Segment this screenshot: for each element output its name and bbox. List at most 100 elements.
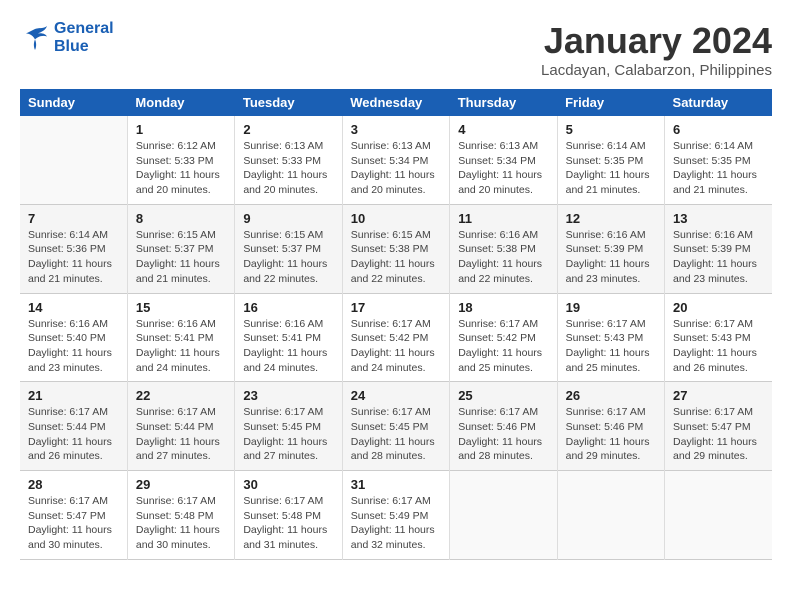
calendar-cell: 18 Sunrise: 6:17 AM Sunset: 5:42 PM Dayli… <box>450 293 557 382</box>
day-info: Sunrise: 6:17 AM Sunset: 5:45 PM Dayligh… <box>351 405 441 464</box>
day-info: Sunrise: 6:17 AM Sunset: 5:44 PM Dayligh… <box>28 405 119 464</box>
day-number: 10 <box>351 211 441 226</box>
day-info: Sunrise: 6:17 AM Sunset: 5:42 PM Dayligh… <box>458 317 548 376</box>
day-number: 9 <box>243 211 333 226</box>
day-info: Sunrise: 6:15 AM Sunset: 5:37 PM Dayligh… <box>136 228 226 287</box>
day-number: 28 <box>28 477 119 492</box>
calendar-cell: 31Sunrise: 6:17 AM Sunset: 5:49 PM Dayli… <box>342 471 449 560</box>
day-info: Sunrise: 6:12 AM Sunset: 5:33 PM Dayligh… <box>136 139 226 198</box>
calendar-cell: 17 Sunrise: 6:17 AM Sunset: 5:42 PM Dayli… <box>342 293 449 382</box>
week-row-2: 7 Sunrise: 6:14 AM Sunset: 5:36 PM Daylig… <box>20 204 772 293</box>
day-number: 25 <box>458 388 548 403</box>
day-number: 4 <box>458 122 548 137</box>
calendar-cell: 30 Sunrise: 6:17 AM Sunset: 5:48 PM Dayli… <box>235 471 342 560</box>
calendar-cell: 19 Sunrise: 6:17 AM Sunset: 5:43 PM Dayli… <box>557 293 664 382</box>
day-info: Sunrise: 6:13 AM Sunset: 5:33 PM Dayligh… <box>243 139 333 198</box>
week-row-4: 21 Sunrise: 6:17 AM Sunset: 5:44 PM Dayli… <box>20 382 772 471</box>
week-row-1: 1Sunrise: 6:12 AM Sunset: 5:33 PM Daylig… <box>20 116 772 204</box>
calendar-cell <box>557 471 664 560</box>
day-info: Sunrise: 6:17 AM Sunset: 5:42 PM Dayligh… <box>351 317 441 376</box>
day-number: 20 <box>673 300 764 315</box>
day-info: Sunrise: 6:17 AM Sunset: 5:43 PM Dayligh… <box>673 317 764 376</box>
day-number: 19 <box>566 300 656 315</box>
day-info: Sunrise: 6:17 AM Sunset: 5:47 PM Dayligh… <box>28 494 119 553</box>
day-number: 22 <box>136 388 226 403</box>
calendar-cell: 28 Sunrise: 6:17 AM Sunset: 5:47 PM Dayli… <box>20 471 127 560</box>
day-info: Sunrise: 6:16 AM Sunset: 5:40 PM Dayligh… <box>28 317 119 376</box>
day-number: 17 <box>351 300 441 315</box>
day-info: Sunrise: 6:17 AM Sunset: 5:43 PM Dayligh… <box>566 317 656 376</box>
day-number: 21 <box>28 388 119 403</box>
day-info: Sunrise: 6:16 AM Sunset: 5:41 PM Dayligh… <box>243 317 333 376</box>
day-number: 26 <box>566 388 656 403</box>
day-info: Sunrise: 6:17 AM Sunset: 5:49 PM Dayligh… <box>351 494 441 553</box>
title-section: January 2024 Lacdayan, Calabarzon, Phili… <box>541 20 772 79</box>
day-info: Sunrise: 6:17 AM Sunset: 5:48 PM Dayligh… <box>243 494 333 553</box>
calendar-cell: 23 Sunrise: 6:17 AM Sunset: 5:45 PM Dayli… <box>235 382 342 471</box>
day-info: Sunrise: 6:16 AM Sunset: 5:38 PM Dayligh… <box>458 228 548 287</box>
day-number: 3 <box>351 122 441 137</box>
calendar-cell: 3Sunrise: 6:13 AM Sunset: 5:34 PM Daylig… <box>342 116 449 204</box>
calendar-cell <box>665 471 772 560</box>
day-info: Sunrise: 6:15 AM Sunset: 5:38 PM Dayligh… <box>351 228 441 287</box>
day-info: Sunrise: 6:17 AM Sunset: 5:45 PM Dayligh… <box>243 405 333 464</box>
day-header-tuesday: Tuesday <box>235 89 342 116</box>
day-number: 7 <box>28 211 119 226</box>
day-info: Sunrise: 6:14 AM Sunset: 5:36 PM Dayligh… <box>28 228 119 287</box>
calendar-cell: 24 Sunrise: 6:17 AM Sunset: 5:45 PM Dayli… <box>342 382 449 471</box>
day-number: 12 <box>566 211 656 226</box>
day-info: Sunrise: 6:16 AM Sunset: 5:41 PM Dayligh… <box>136 317 226 376</box>
calendar-cell: 20 Sunrise: 6:17 AM Sunset: 5:43 PM Dayli… <box>665 293 772 382</box>
calendar-cell: 2 Sunrise: 6:13 AM Sunset: 5:33 PM Daylig… <box>235 116 342 204</box>
calendar-cell: 22 Sunrise: 6:17 AM Sunset: 5:44 PM Dayli… <box>127 382 234 471</box>
day-number: 5 <box>566 122 656 137</box>
day-header-wednesday: Wednesday <box>342 89 449 116</box>
week-row-5: 28 Sunrise: 6:17 AM Sunset: 5:47 PM Dayli… <box>20 471 772 560</box>
day-info: Sunrise: 6:15 AM Sunset: 5:37 PM Dayligh… <box>243 228 333 287</box>
calendar-cell: 9 Sunrise: 6:15 AM Sunset: 5:37 PM Daylig… <box>235 204 342 293</box>
day-header-monday: Monday <box>127 89 234 116</box>
calendar-cell: 8 Sunrise: 6:15 AM Sunset: 5:37 PM Daylig… <box>127 204 234 293</box>
calendar-cell: 25Sunrise: 6:17 AM Sunset: 5:46 PM Dayli… <box>450 382 557 471</box>
calendar-cell: 12Sunrise: 6:16 AM Sunset: 5:39 PM Dayli… <box>557 204 664 293</box>
calendar-cell: 29Sunrise: 6:17 AM Sunset: 5:48 PM Dayli… <box>127 471 234 560</box>
calendar-table: SundayMondayTuesdayWednesdayThursdayFrid… <box>20 89 772 560</box>
day-info: Sunrise: 6:14 AM Sunset: 5:35 PM Dayligh… <box>673 139 764 198</box>
calendar-cell: 6 Sunrise: 6:14 AM Sunset: 5:35 PM Daylig… <box>665 116 772 204</box>
week-row-3: 14 Sunrise: 6:16 AM Sunset: 5:40 PM Dayli… <box>20 293 772 382</box>
day-info: Sunrise: 6:13 AM Sunset: 5:34 PM Dayligh… <box>458 139 548 198</box>
calendar-cell: 14 Sunrise: 6:16 AM Sunset: 5:40 PM Dayli… <box>20 293 127 382</box>
day-info: Sunrise: 6:17 AM Sunset: 5:46 PM Dayligh… <box>566 405 656 464</box>
day-number: 8 <box>136 211 226 226</box>
calendar-cell: 15Sunrise: 6:16 AM Sunset: 5:41 PM Dayli… <box>127 293 234 382</box>
calendar-cell: 13Sunrise: 6:16 AM Sunset: 5:39 PM Dayli… <box>665 204 772 293</box>
calendar-title: January 2024 <box>541 20 772 62</box>
day-number: 2 <box>243 122 333 137</box>
calendar-cell: 26 Sunrise: 6:17 AM Sunset: 5:46 PM Dayli… <box>557 382 664 471</box>
day-number: 30 <box>243 477 333 492</box>
calendar-cell <box>450 471 557 560</box>
logo: General Blue <box>20 20 114 55</box>
calendar-cell: 27Sunrise: 6:17 AM Sunset: 5:47 PM Dayli… <box>665 382 772 471</box>
calendar-cell: 7 Sunrise: 6:14 AM Sunset: 5:36 PM Daylig… <box>20 204 127 293</box>
day-number: 6 <box>673 122 764 137</box>
day-info: Sunrise: 6:17 AM Sunset: 5:48 PM Dayligh… <box>136 494 226 553</box>
calendar-cell: 16 Sunrise: 6:16 AM Sunset: 5:41 PM Dayli… <box>235 293 342 382</box>
calendar-cell <box>20 116 127 204</box>
day-header-friday: Friday <box>557 89 664 116</box>
day-number: 18 <box>458 300 548 315</box>
day-header-saturday: Saturday <box>665 89 772 116</box>
day-info: Sunrise: 6:17 AM Sunset: 5:44 PM Dayligh… <box>136 405 226 464</box>
day-info: Sunrise: 6:16 AM Sunset: 5:39 PM Dayligh… <box>673 228 764 287</box>
calendar-cell: 10 Sunrise: 6:15 AM Sunset: 5:38 PM Dayli… <box>342 204 449 293</box>
calendar-cell: 11Sunrise: 6:16 AM Sunset: 5:38 PM Dayli… <box>450 204 557 293</box>
day-number: 23 <box>243 388 333 403</box>
day-number: 24 <box>351 388 441 403</box>
calendar-cell: 4 Sunrise: 6:13 AM Sunset: 5:34 PM Daylig… <box>450 116 557 204</box>
day-number: 14 <box>28 300 119 315</box>
day-number: 16 <box>243 300 333 315</box>
header: General Blue January 2024 Lacdayan, Cala… <box>20 20 772 79</box>
calendar-cell: 1Sunrise: 6:12 AM Sunset: 5:33 PM Daylig… <box>127 116 234 204</box>
logo-icon <box>20 23 50 53</box>
header-row: SundayMondayTuesdayWednesdayThursdayFrid… <box>20 89 772 116</box>
